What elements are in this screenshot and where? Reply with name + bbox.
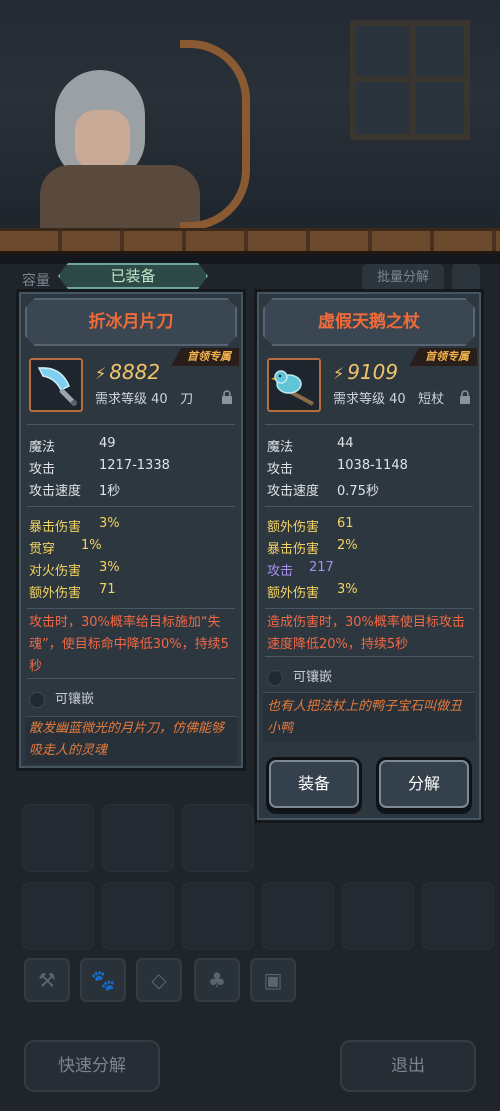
inventory-slot[interactable] — [342, 882, 414, 950]
quick-decompose-button[interactable]: 快速分解 — [24, 1040, 160, 1092]
blade-icon — [29, 358, 83, 412]
extra-stat-row: 对火伤害 3% — [29, 560, 120, 579]
special-effect: 攻击时，30%概率给目标施加“失魂”，使目标命中降低30%，持续5秒 — [29, 615, 229, 674]
gem-filter-icon[interactable]: ◇ — [136, 958, 182, 1002]
lock-icon[interactable] — [221, 390, 233, 404]
material-filter-icon[interactable]: ♣ — [194, 958, 240, 1002]
duck-staff-icon — [267, 358, 321, 412]
character-scene — [0, 0, 500, 240]
extra-stat-row: 额外伤害 3% — [267, 582, 358, 601]
extra-stat-row: 暴击伤害 3% — [29, 516, 120, 535]
inventory-slot[interactable] — [182, 804, 254, 872]
extra-stat-row: 贯穿 1% — [29, 538, 102, 557]
boss-exclusive-badge: 首领专属 — [171, 348, 239, 366]
inventory-slot[interactable] — [22, 804, 94, 872]
extra-stat-row: 额外伤害 61 — [267, 516, 354, 535]
item-name: 折冰月片刀 — [25, 298, 237, 346]
grid-view-icon[interactable] — [452, 264, 480, 292]
decompose-button[interactable]: 分解 — [376, 757, 472, 811]
weapon-filter-icon[interactable]: ⚒ — [24, 958, 70, 1002]
socket-icon — [29, 691, 45, 708]
inventory-slot[interactable] — [182, 882, 254, 950]
socket-row: 可镶嵌 — [267, 666, 332, 686]
power-value: ⚡ 9109 — [333, 360, 399, 384]
stat-row: 魔法 49 — [29, 436, 116, 455]
extra-stat-row: 额外伤害 71 — [29, 582, 116, 601]
special-effect: 造成伤害时，30%概率使目标攻击速度降低20%，持续5秒 — [267, 615, 465, 652]
level-requirement: 需求等级 40 短杖 — [333, 392, 445, 407]
power-value: ⚡ 8882 — [95, 360, 161, 384]
batch-decompose-button[interactable]: 批量分解 — [362, 264, 444, 292]
inventory-slot[interactable] — [262, 882, 334, 950]
inventory-slot[interactable] — [102, 882, 174, 950]
socket-icon — [267, 669, 283, 686]
stat-row: 攻击速度 1秒 — [29, 484, 121, 499]
item-name: 虚假天鹅之杖 — [263, 298, 475, 346]
socket-row: 可镶嵌 — [29, 688, 94, 708]
scene-window — [350, 20, 470, 140]
chest-filter-icon[interactable]: ▣ — [250, 958, 296, 1002]
wooden-floor — [0, 228, 500, 254]
level-requirement: 需求等级 40 刀 — [95, 392, 194, 407]
pet-filter-icon[interactable]: 🐾 — [80, 958, 126, 1002]
lock-icon[interactable] — [459, 390, 471, 404]
boss-exclusive-badge: 首领专属 — [409, 348, 477, 366]
stat-row: 攻击 1217-1338 — [29, 458, 170, 477]
stat-row: 魔法 44 — [267, 436, 354, 455]
character-bow — [180, 40, 250, 230]
special-stat-row: 攻击 217 — [267, 560, 334, 579]
stat-row: 攻击 1038-1148 — [267, 458, 408, 477]
equipped-item-card: 折冰月片刀 首领专属 ⚡ 8882 需求等级 40 刀 魔法 49 攻击 1217-1… — [16, 289, 246, 771]
inventory-slot[interactable] — [22, 882, 94, 950]
exit-button[interactable]: 退出 — [340, 1040, 476, 1092]
flavor-text: 也有人把法杖上的鸭子宝石叫做丑小鸭 — [267, 699, 463, 736]
flavor-text: 散发幽蓝微光的月片刀，仿佛能够吸走人的灵魂 — [29, 721, 225, 758]
stat-row: 攻击速度 0.75秒 — [267, 484, 379, 499]
equip-button[interactable]: 装备 — [266, 757, 362, 811]
inventory-slot[interactable] — [422, 882, 494, 950]
character-face — [75, 110, 130, 170]
equipped-tab: 已装备 — [58, 263, 208, 289]
inventory-slot[interactable] — [102, 804, 174, 872]
selected-item-card: 虚假天鹅之杖 首领专属 ⚡ 9109 需求等级 40 短杖 魔法 44 攻击 1038… — [254, 289, 484, 823]
extra-stat-row: 暴击伤害 2% — [267, 538, 358, 557]
capacity-label: 容量 — [22, 273, 50, 289]
